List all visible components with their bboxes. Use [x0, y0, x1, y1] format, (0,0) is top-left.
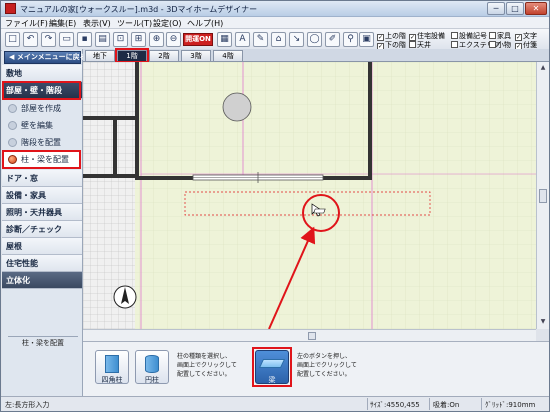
menu-edit[interactable]: 編集(E) — [49, 18, 76, 29]
highlight-frame — [2, 81, 81, 100]
minimize-button[interactable]: ─ — [487, 2, 505, 15]
beam-help-text: 左のボタンを押し、 画面上でクリックして 配置してください。 — [297, 353, 357, 378]
zoom-fit-icon[interactable]: ⊡ — [113, 32, 128, 47]
save-icon[interactable]: ▪ — [77, 32, 92, 47]
menu-view[interactable]: 表示(V) — [83, 18, 111, 29]
round-pillar-icon — [145, 355, 159, 373]
menu-bar: ファイル(F) 編集(E) 表示(V) ツール(T) 設定(O) ヘルプ(H) — [1, 17, 549, 29]
open-icon[interactable]: ▭ — [59, 32, 74, 47]
divider — [8, 336, 78, 337]
sidebar-cat-site[interactable]: 敷地 — [2, 65, 82, 82]
redo-icon[interactable]: ↷ — [41, 32, 56, 47]
highlight-frame — [252, 347, 292, 387]
scroll-up-icon[interactable]: ▲ — [537, 62, 549, 73]
view3d-icon[interactable]: ▣ — [359, 32, 374, 47]
status-snap: 吸着:On — [433, 401, 460, 409]
scroll-thumb[interactable] — [308, 332, 316, 340]
undo-icon[interactable]: ↶ — [23, 32, 38, 47]
bullet-icon — [8, 138, 17, 147]
horizontal-scrollbar[interactable] — [83, 329, 536, 341]
status-grid: ｸﾞﾘｯﾄﾞ:910mm — [485, 401, 536, 409]
sidebar-cat-housing-performance[interactable]: 住宅性能 — [2, 255, 82, 272]
highlight-frame — [115, 48, 149, 63]
compass-icon — [113, 285, 137, 309]
print-icon[interactable]: ▤ — [95, 32, 110, 47]
sidebar-cat-roof[interactable]: 屋根 — [2, 238, 82, 255]
text-icon[interactable]: A — [235, 32, 250, 47]
zoom-in-icon[interactable]: ⊕ — [149, 32, 164, 47]
main-menu-button[interactable]: ◀ メインメニューに戻る — [4, 51, 87, 64]
zoom-all-icon[interactable]: ⊞ — [131, 32, 146, 47]
circle-icon[interactable]: ◯ — [307, 32, 322, 47]
tool-panel: 四角柱 円柱 柱の種類を選択し、 画面上でクリックして 配置してください。 梁 … — [83, 341, 549, 396]
pencil-icon[interactable]: ✐ — [325, 32, 340, 47]
sidebar: ◀ メインメニューに戻る 敷地 部屋・壁・階段 部屋を作成 壁を編集 階段を配置… — [2, 49, 87, 396]
menu-help[interactable]: ヘルプ(H) — [187, 18, 223, 29]
status-mode: 左:長方形入力 — [5, 401, 50, 409]
sidebar-cat-door-window[interactable]: ドア・窓 — [2, 170, 82, 187]
vertical-scrollbar[interactable]: ▲ ▼ — [536, 62, 549, 329]
sidebar-cat-lighting[interactable]: 照明・天井器具 — [2, 204, 82, 221]
floor-plan-drawing — [83, 62, 536, 329]
zoom-out-icon[interactable]: ⊖ — [166, 32, 181, 47]
back-arrow-icon: ◀ — [9, 53, 17, 61]
measure-icon[interactable]: ↘ — [289, 32, 304, 47]
maximize-button[interactable]: □ — [506, 2, 524, 15]
toolbar: □ ↶ ↷ ▭ ▪ ▤ ⊡ ⊞ ⊕ ⊖ 開運ON ▦ A ✎ ⌂ ↘ ◯ ✐ ⚲… — [1, 29, 549, 51]
bullet-icon — [8, 121, 17, 130]
scroll-thumb[interactable] — [539, 189, 547, 203]
highlight-frame — [2, 150, 81, 169]
pillar-help-text: 柱の種類を選択し、 画面上でクリックして 配置してください。 — [177, 353, 237, 378]
tab-floor-2[interactable]: 2階 — [149, 50, 179, 61]
window-title: マニュアルの家[ウォークスルー].m3d - 3Dマイホームデザイナー — [20, 5, 258, 14]
menu-file[interactable]: ファイル(F) — [5, 18, 48, 29]
app-icon — [5, 3, 16, 14]
floor-tabs: 地下 1階 2階 3階 4階 — [83, 48, 549, 63]
title-bar: マニュアルの家[ウォークスルー].m3d - 3Dマイホームデザイナー ─ □ … — [1, 1, 549, 17]
app-window: マニュアルの家[ウォークスルー].m3d - 3Dマイホームデザイナー ─ □ … — [0, 0, 550, 412]
sidebar-cat-diagnosis[interactable]: 診断／チェック — [2, 221, 82, 238]
menu-tools[interactable]: ツール(T) — [117, 18, 152, 29]
fortune-toggle-button[interactable]: 開運ON — [183, 33, 213, 46]
grid-icon[interactable]: ▦ — [217, 32, 232, 47]
panel-caption: 柱・梁を配置 — [22, 339, 64, 347]
menu-settings[interactable]: 設定(O) — [153, 18, 182, 29]
square-pillar-icon — [105, 355, 119, 373]
sidebar-sub-edit-wall[interactable]: 壁を編集 — [4, 118, 81, 133]
round-pillar-button[interactable]: 円柱 — [135, 350, 169, 384]
bullet-icon — [8, 104, 17, 113]
scroll-down-icon[interactable]: ▼ — [537, 316, 549, 327]
sidebar-cat-equipment-furniture[interactable]: 設備・家具 — [2, 187, 82, 204]
close-button[interactable]: ✕ — [525, 2, 547, 15]
tab-floor-4[interactable]: 4階 — [213, 50, 243, 61]
status-size: ｻｲｽﾞ:4550,455 — [370, 401, 420, 409]
sidebar-sub-place-stairs[interactable]: 階段を配置 — [4, 135, 81, 150]
walk-icon[interactable]: ⚲ — [343, 32, 358, 47]
square-pillar-button[interactable]: 四角柱 — [95, 350, 129, 384]
sidebar-sub-create-room[interactable]: 部屋を作成 — [4, 101, 81, 116]
floor-plan-canvas[interactable] — [83, 62, 536, 329]
paint-icon[interactable]: ✎ — [253, 32, 268, 47]
sidebar-cat-3d[interactable]: 立体化 — [2, 272, 82, 289]
new-icon[interactable]: □ — [5, 32, 20, 47]
tab-floor-basement[interactable]: 地下 — [85, 50, 115, 61]
tag-icon[interactable]: ⌂ — [271, 32, 286, 47]
status-bar: 左:長方形入力 ｻｲｽﾞ:4550,455 吸着:On ｸﾞﾘｯﾄﾞ:910mm — [1, 396, 549, 411]
tab-floor-3[interactable]: 3階 — [181, 50, 211, 61]
